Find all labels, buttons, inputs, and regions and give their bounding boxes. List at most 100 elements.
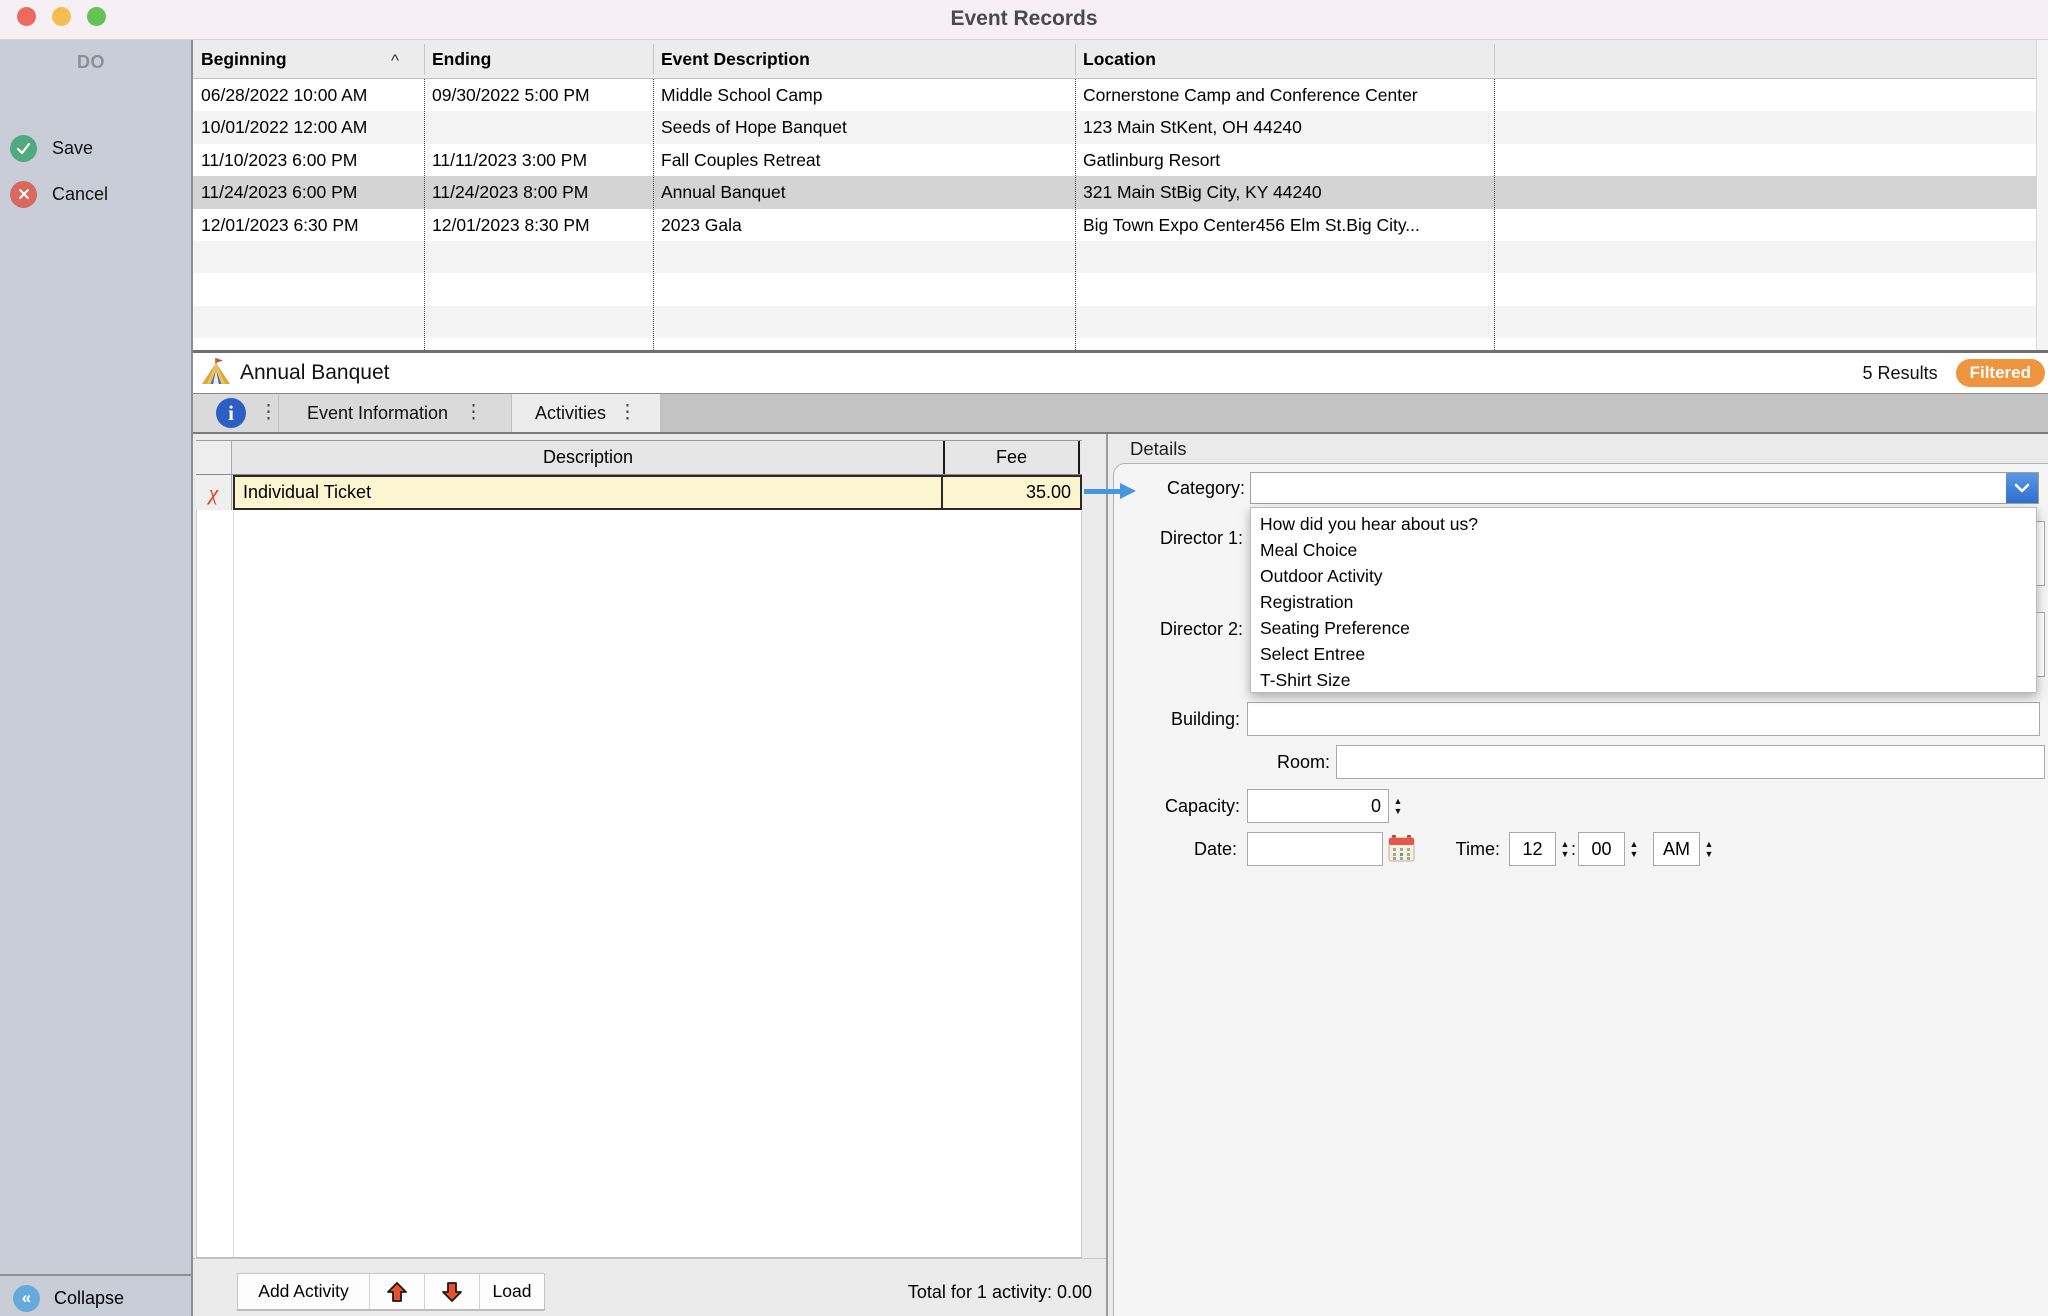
menu-dots-icon[interactable]: ⋮ (464, 394, 483, 432)
activity-row-highlight[interactable]: Individual Ticket 35.00 (233, 475, 1082, 510)
stepper-down-icon[interactable]: ▼ (1394, 807, 1403, 816)
collapse-chevron-icon: « (13, 1285, 40, 1312)
icon-column-divider (233, 510, 234, 1257)
icon-cell: χ (196, 475, 232, 510)
minute-stepper[interactable]: ▲ ▼ (1627, 834, 1641, 864)
time-hour-input[interactable]: 12 (1509, 832, 1556, 866)
menu-dots-icon[interactable]: ⋮ (618, 394, 637, 432)
room-input[interactable] (1336, 745, 2045, 779)
save-check-icon (10, 135, 37, 162)
capacity-input[interactable]: 0 (1247, 789, 1389, 823)
icon-column-header (196, 441, 232, 474)
menu-dots-icon[interactable]: ⋮ (259, 394, 278, 432)
time-meridiem-input[interactable]: AM (1653, 832, 1700, 866)
red-down-arrow-icon (440, 1280, 464, 1304)
tab-bar: i ⋮ Event Information ⋮ Activities ⋮ (193, 394, 2048, 434)
meridiem-stepper[interactable]: ▲ ▼ (1702, 834, 1716, 864)
move-down-button[interactable] (425, 1274, 480, 1309)
column-divider (1075, 79, 1076, 350)
category-dropdown-list: How did you hear about us? Meal Choice O… (1250, 507, 2037, 693)
cell-ending: 12/01/2023 8:30 PM (432, 209, 646, 241)
chevron-down-icon (2014, 483, 2030, 493)
stepper-down-icon[interactable]: ▼ (1561, 850, 1570, 859)
column-header-ending[interactable]: Ending (432, 40, 491, 79)
cancel-button[interactable]: Cancel (10, 180, 108, 208)
activities-toolbar: Add Activity Load Total for 1 activity: … (193, 1258, 1106, 1316)
cell-beginning: 11/24/2023 6:00 PM (201, 176, 417, 208)
events-table-body: 06/28/2022 10:00 AM 09/30/2022 5:00 PM M… (193, 79, 2048, 353)
sidebar: DO Save Cancel « Collapse (0, 40, 193, 1316)
tent-icon (200, 357, 232, 389)
table-row[interactable]: 11/10/2023 6:00 PM 11/11/2023 3:00 PM Fa… (193, 144, 2048, 176)
date-label: Date: (1136, 833, 1237, 865)
tab-label: Event Information (307, 403, 448, 424)
sort-ascending-icon: ^ (391, 40, 399, 79)
events-scrollbar[interactable] (2036, 40, 2048, 350)
column-header-location[interactable]: Location (1083, 40, 1156, 79)
building-label: Building: (1136, 703, 1240, 735)
column-header-fee[interactable]: Fee (943, 441, 1080, 474)
stepper-up-icon[interactable]: ▲ (1630, 840, 1639, 849)
capacity-stepper[interactable]: ▲ ▼ (1391, 791, 1405, 821)
stepper-down-icon[interactable]: ▼ (1705, 850, 1714, 859)
pane-divider (1106, 434, 1108, 1316)
red-up-arrow-icon (385, 1280, 409, 1304)
cell-beginning: 06/28/2022 10:00 AM (201, 79, 417, 111)
time-minute-input[interactable]: 00 (1578, 832, 1625, 866)
dropdown-option[interactable]: How did you hear about us? (1251, 511, 2036, 537)
activities-total: Total for 1 activity: 0.00 (908, 1273, 1092, 1311)
director1-label: Director 1: (1136, 522, 1243, 554)
table-row[interactable]: 06/28/2022 10:00 AM 09/30/2022 5:00 PM M… (193, 79, 2048, 111)
stepper-up-icon[interactable]: ▲ (1705, 840, 1714, 849)
empty-row (193, 306, 2048, 338)
hour-stepper[interactable]: ▲ ▼ (1558, 834, 1572, 864)
cancel-x-icon (10, 181, 37, 208)
category-combobox[interactable] (1250, 472, 2039, 504)
save-button[interactable]: Save (10, 134, 93, 162)
director2-label: Director 2: (1136, 613, 1243, 645)
delete-activity-icon[interactable]: χ (209, 480, 219, 505)
time-label: Time: (1418, 833, 1500, 865)
date-input[interactable] (1247, 832, 1383, 866)
column-header-description[interactable]: Event Description (661, 40, 810, 79)
calendar-icon[interactable] (1388, 834, 1415, 862)
stepper-up-icon[interactable]: ▲ (1561, 840, 1570, 849)
tab-label: Activities (535, 403, 606, 424)
cell-location: Cornerstone Camp and Conference Center (1083, 79, 1487, 111)
move-up-button[interactable] (370, 1274, 425, 1309)
cell-location: Gatlinburg Resort (1083, 144, 1487, 176)
activity-description: Individual Ticket (243, 477, 933, 508)
details-pane: Details Category: Director 1: Director 2… (1108, 434, 2048, 1316)
dropdown-option[interactable]: Registration (1251, 589, 2036, 615)
cell-description: Seeds of Hope Banquet (661, 111, 1067, 143)
table-row-selected[interactable]: 11/24/2023 6:00 PM 11/24/2023 8:00 PM An… (193, 176, 2048, 208)
tab-event-information[interactable]: Event Information ⋮ (278, 394, 511, 432)
column-header-activity-description[interactable]: Description (233, 441, 943, 474)
table-row[interactable]: 12/01/2023 6:30 PM 12/01/2023 8:30 PM 20… (193, 209, 2048, 241)
results-count: 5 Results (1863, 363, 1938, 384)
cell-beginning: 11/10/2023 6:00 PM (201, 144, 417, 176)
info-icon[interactable]: i (216, 398, 246, 428)
tab-activities[interactable]: Activities ⋮ (511, 394, 660, 432)
column-divider (653, 79, 654, 350)
header-separator (1494, 44, 1495, 75)
activity-row-selected[interactable]: χ Individual Ticket 35.00 (196, 475, 1082, 510)
cell-ending: 11/11/2023 3:00 PM (432, 144, 646, 176)
dropdown-option[interactable]: Outdoor Activity (1251, 563, 2036, 589)
column-header-beginning[interactable]: Beginning (201, 40, 287, 79)
collapse-button[interactable]: « Collapse (13, 1282, 124, 1314)
dropdown-option[interactable]: Select Entree (1251, 641, 2036, 667)
dropdown-option[interactable]: T-Shirt Size (1251, 667, 2036, 693)
dropdown-option[interactable]: Meal Choice (1251, 537, 2036, 563)
stepper-up-icon[interactable]: ▲ (1394, 797, 1403, 806)
building-input[interactable] (1247, 702, 2040, 736)
table-row[interactable]: 10/01/2022 12:00 AM Seeds of Hope Banque… (193, 111, 2048, 143)
dropdown-option[interactable]: Seating Preference (1251, 615, 2036, 641)
combo-dropdown-button[interactable] (2006, 473, 2038, 503)
add-activity-button[interactable]: Add Activity (238, 1274, 370, 1309)
stepper-down-icon[interactable]: ▼ (1630, 850, 1639, 859)
header-separator (424, 44, 425, 75)
load-button[interactable]: Load (480, 1274, 544, 1309)
record-title: Annual Banquet (240, 361, 389, 385)
filtered-badge[interactable]: Filtered (1956, 359, 2045, 387)
